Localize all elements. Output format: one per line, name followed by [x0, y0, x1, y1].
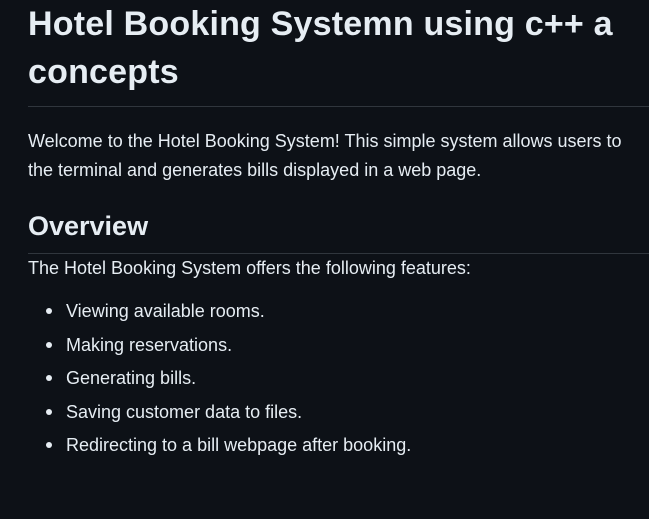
list-item: Making reservations.	[46, 331, 649, 360]
feature-text: Saving customer data to files.	[66, 401, 303, 422]
list-item: Saving customer data to files.	[46, 398, 649, 427]
overview-header: Overview	[28, 209, 649, 254]
features-intro: The Hotel Booking System offers the foll…	[28, 258, 471, 278]
list-item: Viewing available rooms.	[46, 297, 649, 326]
bullet-icon	[46, 375, 52, 381]
readme-page: Hotel Booking Systemn using c++ a concep…	[0, 0, 649, 519]
intro-line-1: Welcome to the Hotel Booking System! Thi…	[28, 131, 622, 151]
overview-heading: Overview	[28, 211, 149, 241]
feature-text: Making reservations.	[66, 334, 233, 355]
list-item: Generating bills.	[46, 364, 649, 393]
page-title: Hotel Booking Systemn using c++ a concep…	[28, 0, 649, 96]
page-title-line-1: Hotel Booking Systemn using c++ a	[28, 5, 613, 43]
feature-text: Viewing available rooms.	[66, 301, 265, 321]
markdown-body: Hotel Booking Systemn using c++ a concep…	[28, 0, 649, 465]
bullet-icon	[46, 341, 52, 348]
list-item: Redirecting to a bill webpage after book…	[46, 431, 649, 460]
intro-line-2: the terminal and generates bills display…	[28, 160, 482, 180]
bullet-icon	[46, 308, 52, 314]
feature-text: Redirecting to a bill webpage after book…	[66, 435, 412, 455]
bullet-icon	[46, 408, 52, 415]
bullet-icon	[46, 442, 52, 448]
intro-paragraph: Welcome to the Hotel Booking System! Thi…	[28, 127, 649, 185]
page-title-line-2: concepts	[28, 53, 179, 91]
title-header: Hotel Booking Systemn using c++ a concep…	[28, 0, 649, 107]
features-list: Viewing available rooms. Making reservat…	[28, 297, 649, 460]
feature-text: Generating bills.	[66, 368, 197, 388]
